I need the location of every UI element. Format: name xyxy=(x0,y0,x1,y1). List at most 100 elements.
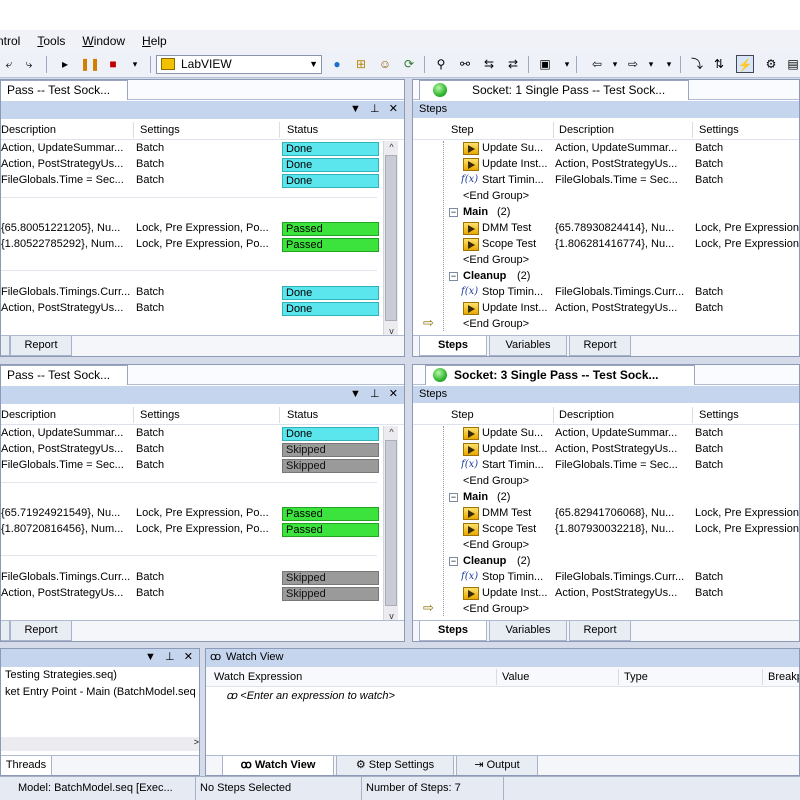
horizontal-scrollbar[interactable]: > xyxy=(1,737,199,751)
column-separator[interactable] xyxy=(692,122,693,138)
close-icon[interactable]: ✕ xyxy=(389,103,398,115)
dropdown-icon[interactable]: ▾ xyxy=(126,55,144,73)
table-row[interactable]: FileGlobals.Time = Sec... Batch Skipped xyxy=(1,458,388,474)
step-group-row[interactable]: − Main (2) xyxy=(413,205,799,221)
step-row[interactable]: Scope Test {1.806281416774}, Nu... Lock, P… xyxy=(413,237,799,253)
step-row[interactable]: Update Inst... Action, PostStrategyUs... B… xyxy=(413,586,799,602)
find-icon[interactable]: ⚯ xyxy=(456,55,474,73)
table-row[interactable]: {65.80051221205}, Nu... Lock, Pre Express… xyxy=(1,221,388,237)
step-group-row[interactable]: − Cleanup (2) xyxy=(413,269,799,285)
collapse-icon[interactable]: − xyxy=(449,272,458,281)
column-status[interactable]: Status xyxy=(287,409,318,421)
pin-icon[interactable]: ⊥ xyxy=(370,388,380,400)
tab-steps-hidden[interactable] xyxy=(1,621,10,641)
column-separator[interactable] xyxy=(762,669,763,685)
pin-icon[interactable]: ⊥ xyxy=(165,651,175,663)
table-row[interactable]: Action, UpdateSummar... Batch Done xyxy=(1,141,388,157)
layout-icon[interactable]: ▤ xyxy=(784,55,800,73)
call-stack-row[interactable]: ket Entry Point - Main (BatchModel.seq xyxy=(5,686,196,698)
step-row[interactable]: Update Inst... Action, PostStrategyUs... B… xyxy=(413,301,799,317)
toggle-icon[interactable]: ⇅ xyxy=(710,55,728,73)
table-row[interactable]: {1.80720816456}, Num... Lock, Pre Express… xyxy=(1,522,388,538)
scroll-thumb[interactable] xyxy=(385,155,397,321)
tab-steps[interactable]: Steps xyxy=(419,621,487,641)
settings-icon[interactable]: ⚙ xyxy=(762,55,780,73)
column-status[interactable]: Status xyxy=(287,124,318,136)
step-row[interactable]: <End Group> xyxy=(413,474,799,490)
pause-icon[interactable]: ❚❚ xyxy=(80,55,100,73)
column-separator[interactable] xyxy=(692,407,693,423)
scroll-up-icon[interactable]: ^ xyxy=(384,142,399,152)
forward-dropdown-icon[interactable]: ▾ xyxy=(642,55,660,73)
step-row[interactable]: Update Su... Action, UpdateSummar... Batch xyxy=(413,426,799,442)
collapse-icon[interactable]: − xyxy=(449,208,458,217)
tab-threads[interactable]: Threads xyxy=(1,756,52,775)
step-out-icon[interactable]: ⤷ xyxy=(20,55,38,73)
column-separator[interactable] xyxy=(496,669,497,685)
column-separator[interactable] xyxy=(553,122,554,138)
vertical-scrollbar[interactable]: ^ v xyxy=(383,141,398,337)
column-type[interactable]: Type xyxy=(624,671,648,683)
diff-icon[interactable]: ⇄ xyxy=(504,55,522,73)
execution-tab[interactable]: Pass -- Test Sock... xyxy=(1,80,128,100)
vertical-scrollbar[interactable]: ^ v xyxy=(383,426,398,622)
step-row[interactable]: DMM Test {65.82941706068}, Nu... Lock, Pre… xyxy=(413,506,799,522)
column-description[interactable]: Description xyxy=(559,409,614,421)
dropdown-icon[interactable]: ▼ xyxy=(350,388,361,400)
terminate-icon[interactable]: ■ xyxy=(104,55,122,73)
properties-icon[interactable]: ▣ xyxy=(536,55,554,73)
socket-1-tab[interactable]: Socket: 1 Single Pass -- Test Sock... xyxy=(419,80,689,100)
tab-variables[interactable]: Variables xyxy=(489,336,567,356)
step-row[interactable]: f(x) Start Timin... FileGlobals.Time = Sec… xyxy=(413,173,799,189)
step-row[interactable]: <End Group> xyxy=(413,317,799,333)
socket-3-tab[interactable]: Socket: 3 Single Pass -- Test Sock... xyxy=(425,365,695,385)
step-row[interactable]: f(x) Start Timin... FileGlobals.Time = Sec… xyxy=(413,458,799,474)
table-row[interactable]: FileGlobals.Timings.Curr... Batch Done xyxy=(1,285,388,301)
adapter-select[interactable]: LabVIEW ▼ xyxy=(156,55,322,74)
step-row[interactable]: DMM Test {65.78930824414}, Nu... Lock, Pre… xyxy=(413,221,799,237)
back-dropdown-icon[interactable]: ▾ xyxy=(606,55,624,73)
column-separator[interactable] xyxy=(133,122,134,138)
dropdown-icon[interactable]: ▾ xyxy=(558,55,576,73)
tab-steps-hidden[interactable] xyxy=(1,336,10,356)
step-into-icon[interactable]: ⤶ xyxy=(0,55,18,73)
step-row[interactable]: <End Group> xyxy=(413,538,799,554)
table-row[interactable]: Action, PostStrategyUs... Batch Skipped xyxy=(1,442,388,458)
globe-icon[interactable]: ● xyxy=(328,55,346,73)
menu-tools[interactable]: Tools xyxy=(37,34,65,48)
scroll-thumb[interactable] xyxy=(385,440,397,606)
column-separator[interactable] xyxy=(618,669,619,685)
table-row[interactable]: Action, UpdateSummar... Batch Done xyxy=(1,426,388,442)
step-group-row[interactable]: − Main (2) xyxy=(413,490,799,506)
more-dropdown-icon[interactable]: ▾ xyxy=(660,55,678,73)
column-description[interactable]: Description xyxy=(1,124,56,136)
tab-steps[interactable]: Steps xyxy=(419,336,487,356)
watch-expression-input[interactable]: ꝏ <Enter an expression to watch> xyxy=(226,689,395,702)
column-separator[interactable] xyxy=(279,122,280,138)
column-description[interactable]: Description xyxy=(1,409,56,421)
tab-report[interactable]: Report xyxy=(10,621,72,641)
column-step[interactable]: Step xyxy=(451,124,474,136)
step-row[interactable]: Update Inst... Action, PostStrategyUs... B… xyxy=(413,442,799,458)
column-value[interactable]: Value xyxy=(502,671,529,683)
table-row[interactable]: FileGlobals.Timings.Curr... Batch Skipped xyxy=(1,570,388,586)
scroll-up-icon[interactable]: ^ xyxy=(384,427,399,437)
column-separator[interactable] xyxy=(553,407,554,423)
refresh-icon[interactable]: ⟳ xyxy=(400,55,418,73)
table-row[interactable]: Action, PostStrategyUs... Batch Done xyxy=(1,157,388,173)
close-icon[interactable]: ✕ xyxy=(389,388,398,400)
pin-icon[interactable]: ⊥ xyxy=(370,103,380,115)
step-row[interactable]: f(x) Stop Timin... FileGlobals.Timings.Cur… xyxy=(413,285,799,301)
step-row[interactable]: <End Group> xyxy=(413,189,799,205)
menu-help[interactable]: Help xyxy=(142,34,167,48)
tab-report[interactable]: Report xyxy=(10,336,72,356)
tab-variables[interactable]: Variables xyxy=(489,621,567,641)
step-row[interactable]: Scope Test {1.807930032218}, Nu... Lock, P… xyxy=(413,522,799,538)
breakpoint-icon[interactable]: ⤵ xyxy=(688,55,706,73)
forward-icon[interactable]: ⇨ xyxy=(624,55,642,73)
column-settings[interactable]: Settings xyxy=(699,124,739,136)
column-separator[interactable] xyxy=(133,407,134,423)
tree-icon[interactable]: ⊞ xyxy=(352,55,370,73)
call-stack-row[interactable]: Testing Strategies.seq) xyxy=(5,669,117,681)
execution-tab[interactable]: Pass -- Test Sock... xyxy=(1,365,128,385)
